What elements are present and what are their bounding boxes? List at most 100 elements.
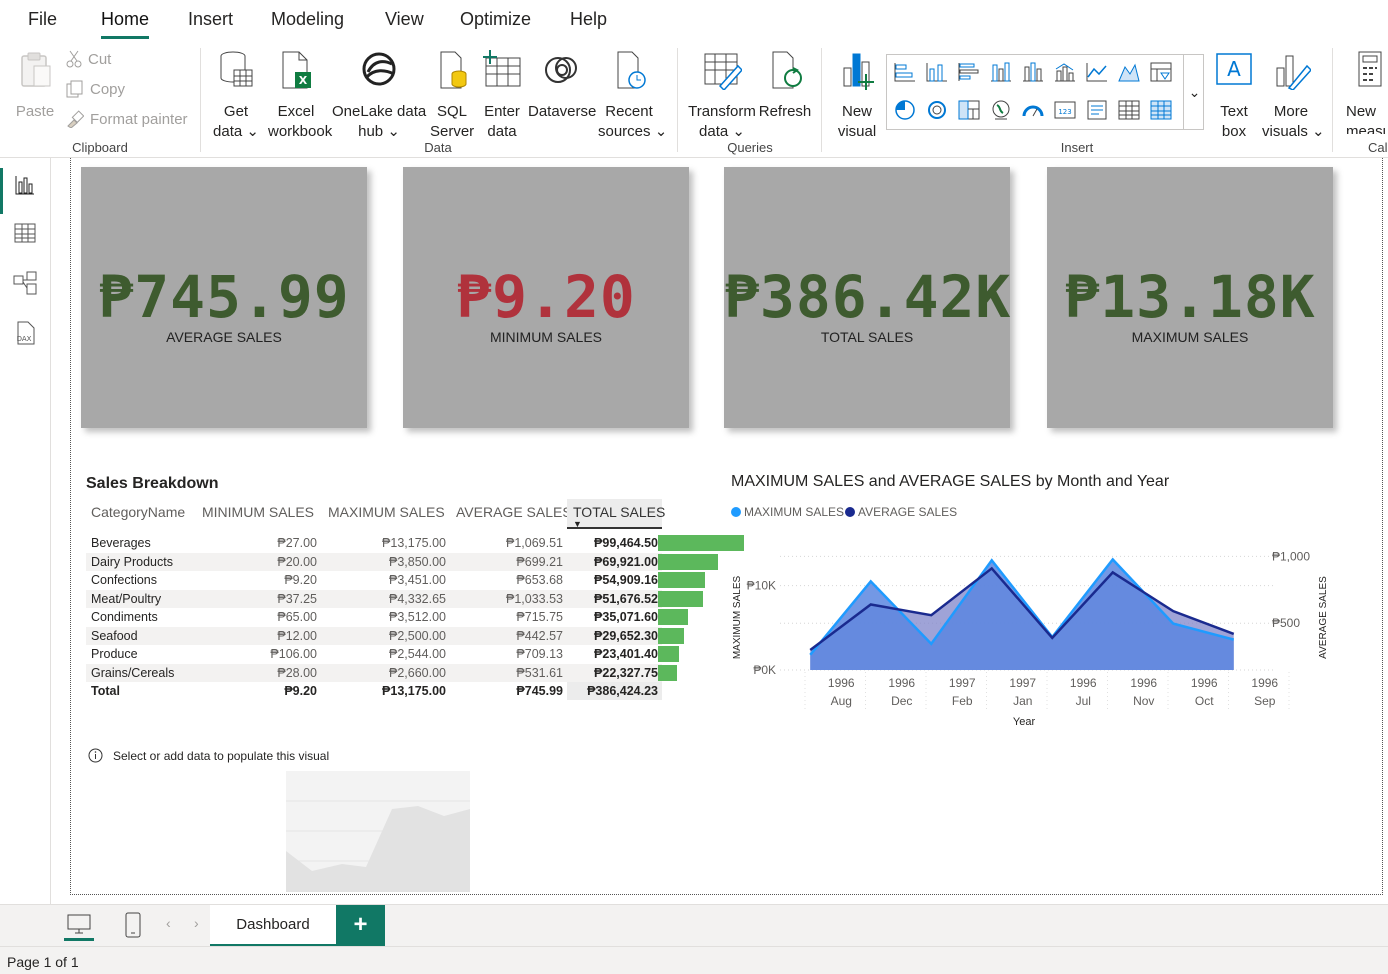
matrix-icon[interactable] <box>1149 99 1173 121</box>
table-total-row[interactable]: Total ₱9.20 ₱13,175.00 ₱745.99 ₱386,424.23 <box>86 682 662 700</box>
menu-insert[interactable]: Insert <box>188 9 233 30</box>
more-visuals-label: More <box>1273 103 1309 120</box>
add-page-button[interactable]: + <box>336 905 385 947</box>
column-header-category[interactable]: CategoryName <box>91 504 185 520</box>
table-row[interactable]: Seafood ₱12.00 ₱2,500.00 ₱442.57 ₱29,652.30 <box>86 626 684 645</box>
area-chart[interactable]: ₱0K ₱10K ₱500 ₱1,000 1996 Aug 1996 Dec 1997 Feb 19… <box>724 520 1344 735</box>
new-visual-button[interactable]: New visual <box>834 50 880 140</box>
transform-icon <box>702 50 742 90</box>
stacked-column-100-icon[interactable] <box>1021 61 1045 83</box>
legend-item-max-sales[interactable]: MAXIMUM SALES <box>731 505 844 519</box>
more-visuals-icon <box>1271 50 1311 90</box>
table-row[interactable]: Meat/Poultry ₱37.25 ₱4,332.65 ₱1,033.53 ₱51,… <box>86 589 703 608</box>
text-box-button[interactable]: A Text box <box>1210 50 1258 140</box>
enter-data-button[interactable]: Enter data <box>480 50 524 140</box>
menu-help[interactable]: Help <box>570 9 607 30</box>
donut-chart-icon[interactable] <box>925 99 949 121</box>
scroll-left-icon[interactable]: ‹ <box>166 915 171 931</box>
stacked-column-chart-icon[interactable] <box>925 61 949 83</box>
transform-data-button[interactable]: Transform data ⌄ <box>686 50 758 140</box>
more-visuals-button[interactable]: More visuals ⌄ <box>1262 50 1325 140</box>
kpi-card-minimum-sales[interactable]: ₱9.20 MINIMUM SALES <box>403 167 689 428</box>
menu-modeling[interactable]: Modeling <box>271 9 344 30</box>
menu-view[interactable]: View <box>385 9 424 30</box>
cell-avg-sales: ₱442.57 <box>516 628 563 643</box>
refresh-button[interactable]: Refresh <box>758 50 812 134</box>
table-view-icon[interactable] <box>12 220 38 246</box>
sql-server-button[interactable]: SQL Server <box>430 50 474 140</box>
table-row[interactable]: Condiments ₱65.00 ₱3,512.00 ₱715.75 ₱35,071.… <box>86 608 689 626</box>
table-icon[interactable] <box>1117 99 1141 121</box>
line-chart-icon[interactable] <box>1085 61 1109 83</box>
card-icon[interactable]: 123 <box>1053 99 1077 121</box>
desktop-layout-icon[interactable] <box>64 911 94 941</box>
area-chart-icon[interactable] <box>1117 61 1141 83</box>
gallery-expand-chevron-icon[interactable]: ⌄ <box>1183 55 1205 129</box>
table-row[interactable]: Dairy Products ₱20.00 ₱3,850.00 ₱699.21 ₱69,… <box>86 552 719 571</box>
paste-button[interactable]: Paste <box>10 50 60 122</box>
chevron-down-icon: ⌄ <box>387 123 400 140</box>
table-row[interactable]: Grains/Cereals ₱28.00 ₱2,660.00 ₱531.61 ₱22,… <box>86 663 677 682</box>
onelake-data-hub-button[interactable]: OneLake data hub ⌄ <box>332 50 426 140</box>
table-row[interactable]: Beverages ₱27.00 ₱13,175.00 ₱1,069.51 ₱99,46… <box>86 534 744 552</box>
pie-chart-icon[interactable] <box>893 99 917 121</box>
more-visuals-label-2: visuals ⌄ <box>1262 122 1325 142</box>
menu-home[interactable]: Home <box>101 9 150 39</box>
legend-label: MAXIMUM SALES <box>744 505 845 519</box>
x-axis-year-label: 1996 <box>828 676 855 690</box>
column-header-max-sales[interactable]: MAXIMUM SALES <box>328 504 445 520</box>
cell-total-sales: ₱54,909.16 <box>594 573 658 587</box>
recent-sources-button[interactable]: Recent sources ⌄ <box>598 50 667 140</box>
model-view-icon[interactable] <box>12 270 38 296</box>
mobile-layout-icon[interactable] <box>122 911 144 939</box>
new-visual-label: New <box>841 103 872 120</box>
table-row[interactable]: Produce ₱106.00 ₱2,544.00 ₱709.13 ₱23,401.40 <box>86 645 679 663</box>
get-data-button[interactable]: Get data ⌄ <box>212 50 260 140</box>
table-row[interactable]: Confections ₱9.20 ₱3,451.00 ₱653.68 ₱54,909.… <box>86 571 706 589</box>
new-visual-icon <box>838 50 876 90</box>
multirow-card-icon[interactable] <box>1085 99 1109 121</box>
column-header-total-sales-cell[interactable]: TOTAL SALES ▼ <box>567 499 665 529</box>
page-tab-dashboard[interactable]: Dashboard <box>210 905 336 947</box>
report-view-icon[interactable] <box>12 172 38 198</box>
empty-visual-placeholder[interactable] <box>286 771 470 892</box>
svg-text:A: A <box>1227 57 1241 81</box>
stacked-bar-chart-icon[interactable] <box>893 61 917 83</box>
new-measure-label-2: measu <box>1346 123 1388 134</box>
sql-server-icon <box>435 50 469 90</box>
ribbon-chart-icon[interactable] <box>1149 61 1173 83</box>
copy-button[interactable]: Copy <box>66 80 125 98</box>
queries-group-label: Queries <box>727 140 773 155</box>
dax-query-view-icon[interactable]: DAX <box>12 320 38 346</box>
legend-item-avg-sales[interactable]: AVERAGE SALES <box>845 505 957 519</box>
scroll-right-icon[interactable]: › <box>194 915 199 931</box>
new-measure-button[interactable]: New measu <box>1344 50 1388 134</box>
total-sales-databar <box>658 572 706 588</box>
cell-avg-sales: ₱531.61 <box>516 665 563 680</box>
gauge-icon[interactable] <box>1021 99 1045 121</box>
excel-workbook-button[interactable]: X Excel workbook <box>268 50 332 140</box>
menu-file[interactable]: File <box>28 9 57 30</box>
column-header-min-sales[interactable]: MINIMUM SALES <box>202 504 314 520</box>
kpi-card-total-sales[interactable]: ₱386.42K TOTAL SALES <box>724 167 1010 428</box>
refresh-label: Refresh <box>758 103 812 120</box>
format-painter-label: Format painter <box>90 110 188 128</box>
cell-min-sales: ₱37.25 <box>277 591 317 606</box>
onelake-label-2-text: hub <box>358 123 384 140</box>
treemap-icon[interactable] <box>957 99 981 121</box>
line-column-chart-icon[interactable] <box>1053 61 1077 83</box>
clustered-bar-chart-icon[interactable] <box>957 61 981 83</box>
column-header-avg-sales[interactable]: AVERAGE SALES <box>456 504 572 520</box>
format-painter-button[interactable]: Format painter <box>66 110 188 128</box>
cut-button[interactable]: Cut <box>66 50 111 68</box>
cell-total-sales: ₱22,327.75 <box>594 665 658 680</box>
kpi-card-average-sales[interactable]: ₱745.99 AVERAGE SALES <box>81 167 367 428</box>
clustered-column-chart-icon[interactable] <box>989 61 1013 83</box>
copy-label: Copy <box>90 80 126 98</box>
clipboard-icon <box>18 50 52 90</box>
map-globe-icon[interactable] <box>989 99 1013 121</box>
menu-optimize[interactable]: Optimize <box>460 9 531 30</box>
dataverse-button[interactable]: Dataverse <box>528 50 596 134</box>
chevron-down-icon: ⌄ <box>1312 123 1325 140</box>
kpi-card-maximum-sales[interactable]: ₱13.18K MAXIMUM SALES <box>1047 167 1333 428</box>
